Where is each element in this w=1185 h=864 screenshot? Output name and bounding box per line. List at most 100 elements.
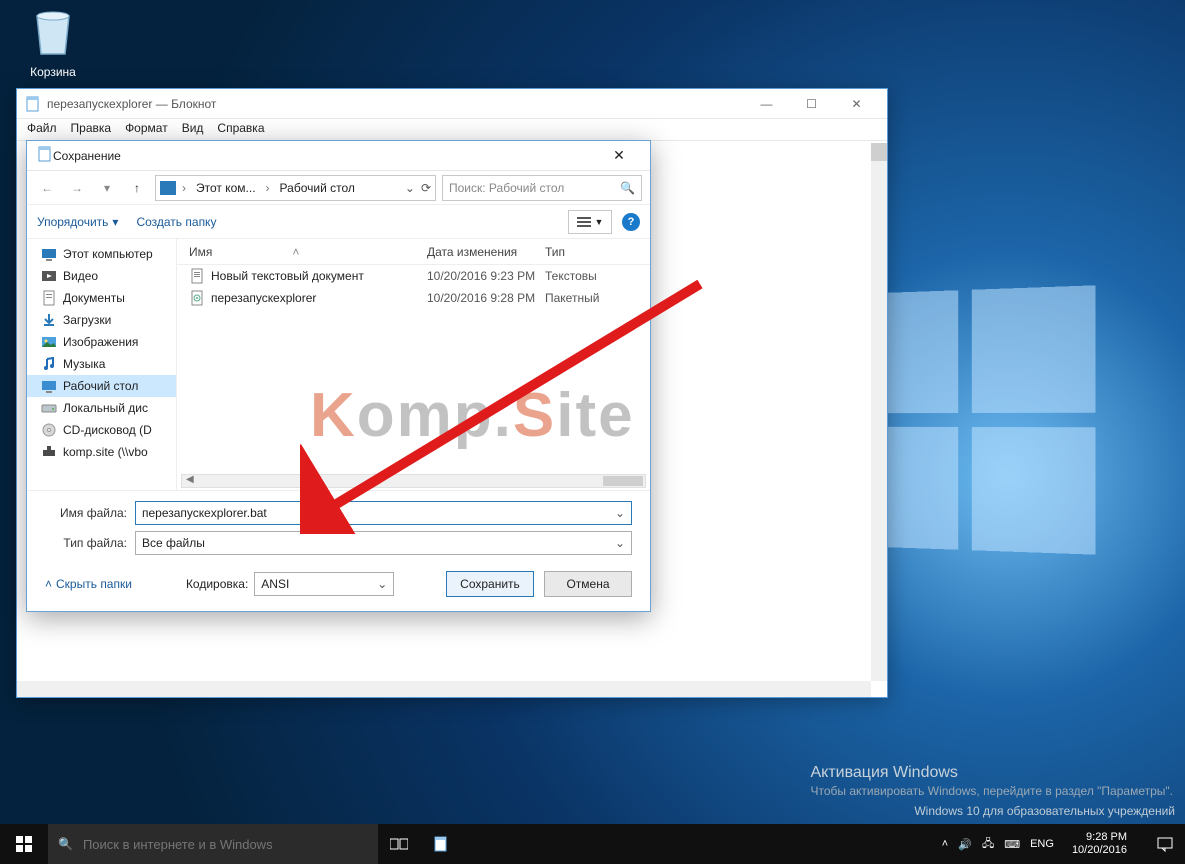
start-button[interactable]	[0, 824, 48, 864]
tree-item-cd[interactable]: CD-дисковод (D	[27, 419, 176, 441]
tree-item-video[interactable]: Видео	[27, 265, 176, 287]
maximize-button[interactable]: ☐	[789, 90, 834, 118]
dialog-search[interactable]: Поиск: Рабочий стол 🔍	[442, 175, 642, 201]
docs-icon	[41, 291, 57, 305]
breadcrumb-root[interactable]: Этот ком...	[192, 181, 260, 195]
address-bar[interactable]: › Этот ком... › Рабочий стол ⌄⟳	[155, 175, 436, 201]
new-folder-button[interactable]: Создать папку	[136, 215, 216, 229]
chevron-down-icon[interactable]: ⌄	[615, 506, 625, 520]
drive-icon	[41, 401, 57, 415]
file-row[interactable]: перезапускexplorer10/20/2016 9:28 PMПаке…	[177, 287, 650, 309]
file-pane[interactable]: Имя ˄ Дата изменения Тип Новый текстовый …	[177, 239, 650, 490]
dialog-icon	[37, 146, 53, 165]
menu-file[interactable]: Файл	[27, 121, 57, 138]
breadcrumb-leaf[interactable]: Рабочий стол	[276, 181, 359, 195]
sort-arrow-icon: ˄	[292, 245, 299, 259]
taskbar-notepad[interactable]	[420, 824, 462, 864]
nav-up-button[interactable]: ↑	[125, 176, 149, 200]
tree-item-pc[interactable]: Этот компьютер	[27, 243, 176, 265]
music-icon	[41, 357, 57, 371]
tree-item-drive[interactable]: Локальный дис	[27, 397, 176, 419]
cancel-button[interactable]: Отмена	[544, 571, 632, 597]
organize-button[interactable]: Упорядочить ▾	[37, 215, 118, 229]
file-row[interactable]: Новый текстовый документ10/20/2016 9:23 …	[177, 265, 650, 287]
tree-item-net[interactable]: komp.site (\\vbo	[27, 441, 176, 463]
chevron-up-icon: ˄	[45, 577, 52, 591]
tree-item-docs[interactable]: Документы	[27, 287, 176, 309]
system-tray[interactable]: ˄ 🔊 🖧 ⌨ ENG 9:28 PM 10/20/2016	[932, 831, 1145, 856]
chevron-down-icon: ▾	[112, 215, 118, 229]
address-dropdown-icon[interactable]: ⌄	[405, 181, 415, 195]
hide-folders-button[interactable]: ˄ Скрыть папки	[45, 577, 132, 591]
menu-help[interactable]: Справка	[217, 121, 264, 138]
tree-item-downloads[interactable]: Загрузки	[27, 309, 176, 331]
chevron-down-icon[interactable]: ⌄	[377, 577, 387, 591]
task-view-button[interactable]	[378, 824, 420, 864]
filename-input[interactable]: перезапускexplorer.bat ⌄	[135, 501, 632, 525]
notepad-title: перезапускexplorer — Блокнот	[47, 97, 216, 111]
encoding-select[interactable]: ANSI ⌄	[254, 572, 394, 596]
pictures-icon	[41, 335, 57, 349]
taskbar-search-input[interactable]	[83, 837, 368, 852]
dialog-navbar: ← → ▾ ↑ › Этот ком... › Рабочий стол ⌄⟳ …	[27, 171, 650, 205]
pc-icon	[41, 247, 57, 261]
save-button[interactable]: Сохранить	[446, 571, 534, 597]
menu-edit[interactable]: Правка	[71, 121, 112, 138]
horizontal-scrollbar[interactable]	[17, 681, 871, 697]
column-headers[interactable]: Имя ˄ Дата изменения Тип	[177, 239, 650, 265]
language-indicator[interactable]: ENG	[1030, 838, 1054, 850]
network-icon[interactable]: 🖧	[982, 835, 994, 854]
refresh-icon[interactable]: ⟳	[421, 181, 431, 195]
nav-tree[interactable]: Этот компьютерВидеоДокументыЗагрузкиИзоб…	[27, 239, 177, 490]
menu-format[interactable]: Формат	[125, 121, 168, 138]
view-options-button[interactable]: ▼	[568, 210, 612, 234]
close-button[interactable]: ✕	[834, 90, 879, 118]
nav-recent-button[interactable]: ▾	[95, 176, 119, 200]
net-icon	[41, 445, 57, 459]
filetype-select[interactable]: Все файлы ⌄	[135, 531, 632, 555]
col-type[interactable]: Тип	[545, 245, 650, 259]
search-icon: 🔍	[620, 181, 635, 195]
notepad-icon	[25, 96, 41, 112]
chevron-down-icon: ▼	[595, 217, 604, 227]
menu-view[interactable]: Вид	[182, 121, 204, 138]
taskbar: 🔍 ˄ 🔊 🖧 ⌨ ENG 9:28 PM 10/20/2016	[0, 824, 1185, 864]
vertical-scrollbar[interactable]	[871, 143, 887, 681]
col-name[interactable]: Имя	[189, 245, 212, 259]
dialog-fields: Имя файла: перезапускexplorer.bat ⌄ Тип …	[27, 490, 650, 561]
downloads-icon	[41, 313, 57, 327]
tree-item-pictures[interactable]: Изображения	[27, 331, 176, 353]
activation-watermark: Активация Windows Чтобы активировать Win…	[810, 764, 1173, 798]
keyboard-icon[interactable]: ⌨	[1004, 838, 1020, 851]
dialog-close-button[interactable]: ✕	[598, 147, 640, 164]
recycle-bin-icon	[31, 10, 75, 58]
save-as-dialog: Сохранение ✕ ← → ▾ ↑ › Этот ком... › Раб…	[26, 140, 651, 612]
file-scrollbar[interactable]	[181, 474, 646, 488]
tree-item-music[interactable]: Музыка	[27, 353, 176, 375]
file-icon	[189, 290, 205, 306]
chevron-down-icon[interactable]: ⌄	[615, 536, 625, 550]
desktop-icon	[41, 379, 57, 393]
action-center-button[interactable]	[1145, 824, 1185, 864]
notepad-titlebar[interactable]: перезапускexplorer — Блокнот — ☐ ✕	[17, 89, 887, 119]
dialog-toolbar: Упорядочить ▾ Создать папку ▼ ?	[27, 205, 650, 239]
help-button[interactable]: ?	[622, 213, 640, 231]
recycle-bin[interactable]: Корзина	[18, 10, 88, 79]
nav-back-button[interactable]: ←	[35, 176, 59, 200]
edition-label: Windows 10 для образовательных учреждени…	[914, 804, 1175, 818]
windows-icon	[16, 836, 32, 852]
taskbar-search[interactable]: 🔍	[48, 824, 378, 864]
filename-label: Имя файла:	[45, 506, 135, 520]
minimize-button[interactable]: —	[744, 90, 789, 118]
tree-item-desktop[interactable]: Рабочий стол	[27, 375, 176, 397]
dialog-footer: ˄ Скрыть папки Кодировка: ANSI ⌄ Сохрани…	[27, 561, 650, 611]
tray-chevron-icon[interactable]: ˄	[942, 838, 948, 850]
col-date[interactable]: Дата изменения	[427, 245, 545, 259]
clock[interactable]: 9:28 PM 10/20/2016	[1064, 831, 1135, 856]
filetype-label: Тип файла:	[45, 536, 135, 550]
action-center-icon	[1157, 836, 1173, 852]
notepad-menubar: Файл Правка Формат Вид Справка	[17, 119, 887, 141]
nav-forward-button[interactable]: →	[65, 176, 89, 200]
dialog-titlebar[interactable]: Сохранение ✕	[27, 141, 650, 171]
volume-icon[interactable]: 🔊	[958, 838, 972, 851]
